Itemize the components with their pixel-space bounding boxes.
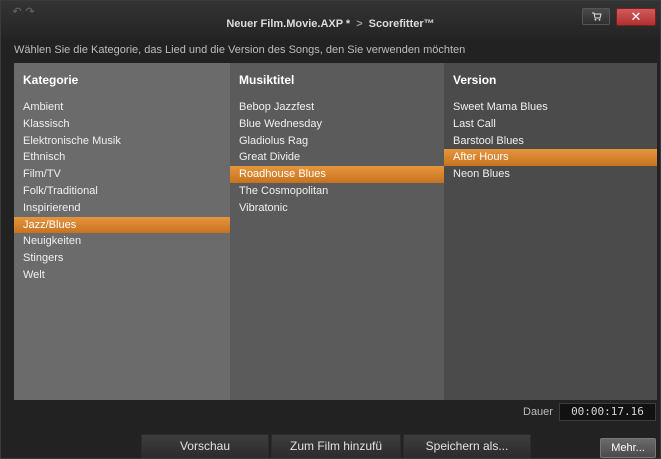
title-bar: ↶ ↷ Neuer Film.Movie.AXP * > Scorefitter™ … [1,1,660,39]
category-list: Ambient Klassisch Elektronische Musik Ethni… [14,99,230,284]
shopping-cart-icon [592,12,602,21]
project-name: Neuer Film.Movie.AXP * [226,18,351,30]
version-header: Version [453,73,497,87]
duration-label: Dauer [523,406,553,418]
redo-icon[interactable]: ↷ [24,6,36,18]
save-as-button[interactable]: Speichern als... [403,434,531,458]
list-item[interactable]: Gladiolus Rag [230,133,444,150]
window-title: Neuer Film.Movie.AXP * > Scorefitter™ [1,18,660,30]
duration-value: 00:00:17.16 [559,403,656,421]
song-list: Bebop Jazzfest Blue Wednesday Gladiolus Ra… [230,99,444,217]
list-item[interactable]: Folk/Traditional [14,183,230,200]
list-item[interactable]: Great Divide [230,149,444,166]
list-item[interactable]: Stingers [14,250,230,267]
instruction-text: Wählen Sie die Kategorie, das Lied und d… [14,44,466,56]
category-panel: Kategorie Ambient Klassisch Elektronische … [14,63,230,400]
list-item[interactable]: Roadhouse Blues [230,166,444,183]
scorefitter-window: ↶ ↷ Neuer Film.Movie.AXP * > Scorefitter™ … [0,0,661,459]
song-panel: Musiktitel Bebop Jazzfest Blue Wednesday G… [230,63,444,400]
list-item[interactable]: Neuigkeiten [14,233,230,250]
list-item[interactable]: Neon Blues [444,166,657,183]
breadcrumb-separator: > [356,18,363,30]
category-header: Kategorie [23,73,79,87]
shopping-cart-button[interactable] [582,8,610,25]
list-item[interactable]: After Hours [444,149,657,167]
song-header: Musiktitel [239,73,295,87]
list-item[interactable]: Film/TV [14,166,230,183]
list-item[interactable]: Inspirierend [14,200,230,217]
version-panel: Version Sweet Mama Blues Last Call Barstoo… [444,63,657,400]
list-item[interactable]: Bebop Jazzfest [230,99,444,116]
list-item[interactable]: Jazz/Blues [14,216,230,234]
list-item[interactable]: Sweet Mama Blues [444,99,657,116]
list-item[interactable]: Ambient [14,99,230,116]
undo-icon[interactable]: ↶ [11,6,23,18]
list-item[interactable]: Last Call [444,116,657,133]
list-item[interactable]: Elektronische Musik [14,133,230,150]
list-item[interactable]: Klassisch [14,116,230,133]
list-item[interactable]: The Cosmopolitan [230,183,444,200]
list-item[interactable]: Blue Wednesday [230,116,444,133]
preview-button[interactable]: Vorschau [141,434,269,458]
list-item[interactable]: Welt [14,267,230,284]
close-button[interactable]: ✕ [616,8,656,26]
selection-panels: Kategorie Ambient Klassisch Elektronische … [14,63,657,400]
close-icon: ✕ [630,9,642,24]
list-item[interactable]: Barstool Blues [444,133,657,150]
more-button[interactable]: Mehr... [600,438,656,458]
list-item[interactable]: Vibratonic [230,200,444,217]
add-to-film-button[interactable]: Zum Film hinzufü [271,434,401,458]
tool-name: Scorefitter™ [368,18,435,30]
version-list: Sweet Mama Blues Last Call Barstool Blues A… [444,99,657,183]
list-item[interactable]: Ethnisch [14,149,230,166]
